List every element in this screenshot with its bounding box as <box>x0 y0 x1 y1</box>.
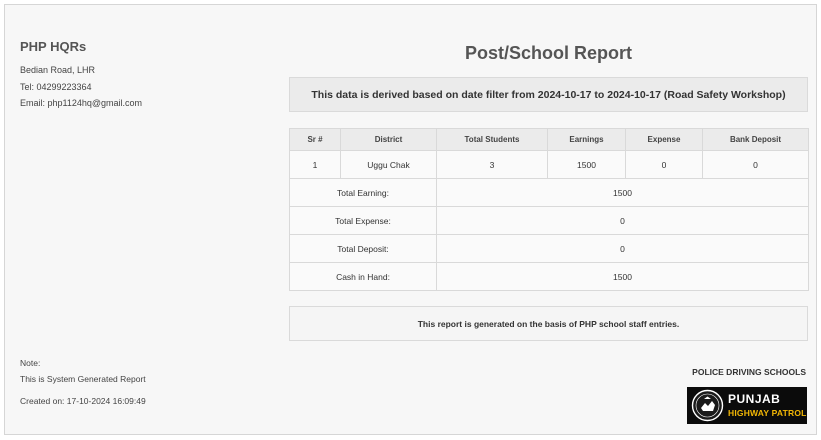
report-table: Sr # District Total Students Earnings Ex… <box>289 128 809 291</box>
column-header-earnings: Earnings <box>547 128 626 151</box>
page-title: Post/School Report <box>464 43 632 63</box>
created-on: Created on: 17-10-2024 16:09:49 <box>20 396 146 406</box>
column-header-district: District <box>340 128 437 151</box>
summary-label: Total Expense: <box>289 206 437 235</box>
column-header-expense: Expense <box>625 128 703 151</box>
summary-row-cash-in-hand: Cash in Hand: 1500 <box>289 262 809 291</box>
summary-row-total-deposit: Total Deposit: 0 <box>289 234 809 263</box>
cell-district: Uggu Chak <box>340 150 437 179</box>
report-page: PHP HQRs Bedian Road, LHR Tel: 042992233… <box>4 4 817 435</box>
cell-bank-deposit: 0 <box>702 150 809 179</box>
note-text: This is System Generated Report <box>20 374 146 384</box>
summary-value: 0 <box>436 234 809 263</box>
summary-label: Total Earning: <box>289 178 437 207</box>
logo-text-punjab: PUNJAB <box>728 392 781 406</box>
summary-row-total-expense: Total Expense: 0 <box>289 206 809 235</box>
summary-row-total-earning: Total Earning: 1500 <box>289 178 809 207</box>
org-name: PHP HQRs <box>20 39 87 54</box>
date-filter-banner: This data is derived based on date filte… <box>289 77 808 112</box>
table-row: 1 Uggu Chak 3 1500 0 0 <box>289 150 809 179</box>
punjab-highway-patrol-logo: PUNJAB HIGHWAY PATROL <box>687 387 807 424</box>
summary-label: Total Deposit: <box>289 234 437 263</box>
cell-earnings: 1500 <box>547 150 626 179</box>
summary-value: 1500 <box>436 262 809 291</box>
logo-text-highway-patrol: HIGHWAY PATROL <box>728 408 807 418</box>
cell-sr: 1 <box>289 150 341 179</box>
highway-patrol-emblem-icon <box>691 389 724 422</box>
column-header-sr: Sr # <box>289 128 341 151</box>
summary-value: 0 <box>436 206 809 235</box>
note-label: Note: <box>20 358 41 368</box>
date-filter-text: This data is derived based on date filte… <box>311 88 786 101</box>
cell-total-students: 3 <box>436 150 548 179</box>
org-email: Email: php1124hq@gmail.com <box>20 98 143 108</box>
org-tel: Tel: 04299223364 <box>20 82 92 92</box>
cell-expense: 0 <box>625 150 703 179</box>
report-basis-note: This report is generated on the basis of… <box>289 306 808 341</box>
org-address: Bedian Road, LHR <box>20 65 96 75</box>
column-header-total-students: Total Students <box>436 128 548 151</box>
column-header-bank-deposit: Bank Deposit <box>702 128 809 151</box>
summary-value: 1500 <box>436 178 809 207</box>
table-header-row: Sr # District Total Students Earnings Ex… <box>289 128 809 151</box>
school-label: POLICE DRIVING SCHOOLS <box>692 367 806 377</box>
summary-label: Cash in Hand: <box>289 262 437 291</box>
report-basis-text: This report is generated on the basis of… <box>417 318 680 329</box>
